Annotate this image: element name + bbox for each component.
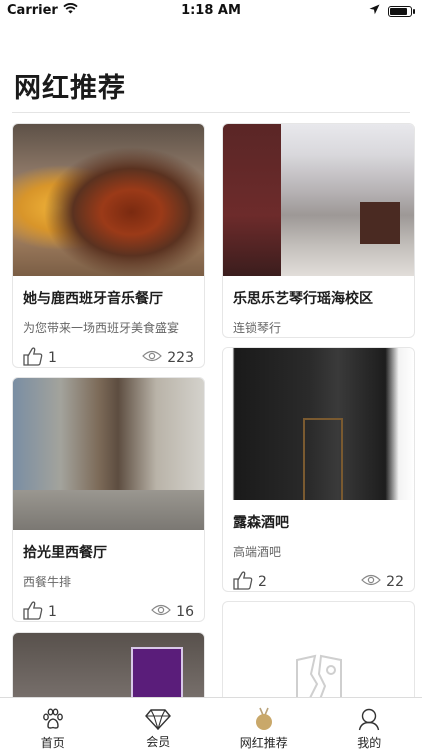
card-subtitle: 连锁琴行 <box>233 321 282 335</box>
tab-mine[interactable]: 我的 <box>317 698 422 750</box>
eye-icon <box>151 604 172 620</box>
thumbs-up-icon <box>23 346 43 368</box>
view-count: 16 <box>176 604 194 620</box>
view-count: 223 <box>167 350 194 366</box>
title-divider <box>12 112 410 113</box>
tab-label: 会员 <box>146 735 171 749</box>
medal-icon <box>253 707 275 731</box>
card-image <box>13 124 204 276</box>
thumbs-up-icon <box>23 600 43 622</box>
like-count: 1 <box>48 350 57 366</box>
status-bar: Carrier 1:18 AM <box>0 0 422 22</box>
tab-label: 网红推荐 <box>239 736 288 750</box>
card-image <box>223 124 414 276</box>
recommend-card-3[interactable]: 拾光里西餐厅 西餐牛排 1 16 <box>12 377 205 622</box>
card-subtitle: 为您带来一场西班牙美食盛宴 <box>23 321 180 335</box>
card-title: 拾光里西餐厅 <box>23 545 107 561</box>
card-subtitle: 西餐牛排 <box>23 575 72 589</box>
card-title: 露森酒吧 <box>233 515 289 531</box>
like-count: 2 <box>258 574 267 590</box>
card-title: 乐思乐艺琴行瑶海校区 <box>233 291 373 307</box>
person-icon <box>357 707 381 731</box>
battery-icon <box>388 6 415 17</box>
card-stats: 2 22 <box>233 570 404 592</box>
view-count: 22 <box>386 574 404 590</box>
paw-icon <box>41 707 65 731</box>
status-right <box>369 4 415 19</box>
card-title: 她与鹿西班牙音乐餐厅 <box>23 291 163 307</box>
tab-recommend[interactable]: 网红推荐 <box>211 698 317 750</box>
view-stat: 16 <box>151 604 194 620</box>
like-stat[interactable]: 1 <box>23 600 57 622</box>
tab-label: 我的 <box>357 736 382 750</box>
page-title: 网红推荐 <box>14 73 126 104</box>
view-stat: 223 <box>142 350 194 366</box>
tab-bar: 首页 会员 网红推荐 我的 <box>0 697 422 750</box>
card-image <box>223 348 414 500</box>
diamond-icon <box>145 707 172 730</box>
eye-icon <box>142 350 163 366</box>
recommend-card-2[interactable]: 乐思乐艺琴行瑶海校区 连锁琴行 1 13 <box>222 123 415 338</box>
status-time: 1:18 AM <box>181 3 241 18</box>
card-subtitle: 高端酒吧 <box>233 545 282 559</box>
card-stats: 1 223 <box>23 346 194 368</box>
card-image <box>13 378 204 530</box>
like-count: 1 <box>48 604 57 620</box>
eye-icon <box>361 574 382 590</box>
recommend-card-4[interactable]: 露森酒吧 高端酒吧 2 22 <box>222 347 415 592</box>
like-stat[interactable]: 2 <box>233 570 267 592</box>
tab-label: 首页 <box>40 736 65 750</box>
like-stat[interactable]: 1 <box>23 346 57 368</box>
tab-member[interactable]: 会员 <box>106 698 212 750</box>
view-stat: 22 <box>361 574 404 590</box>
tab-home[interactable]: 首页 <box>0 698 106 750</box>
card-stats: 1 16 <box>23 600 194 622</box>
thumbs-up-icon <box>233 570 253 592</box>
location-arrow-icon <box>369 4 380 19</box>
recommend-card-1[interactable]: 她与鹿西班牙音乐餐厅 为您带来一场西班牙美食盛宴 1 223 <box>12 123 205 368</box>
